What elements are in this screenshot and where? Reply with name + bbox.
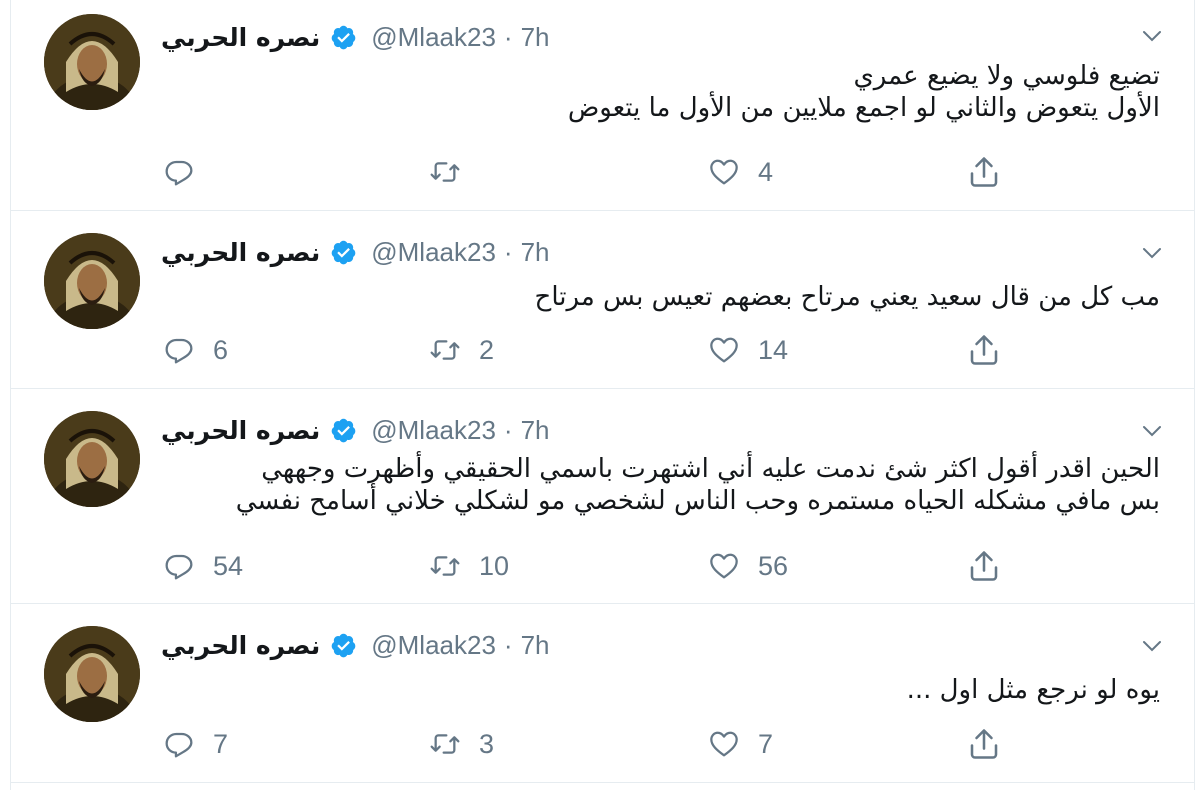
tweet-text: الحين اقدر أقول اكثر شئ ندمت عليه أني اش… — [160, 453, 1160, 517]
share-icon[interactable] — [966, 726, 1002, 762]
tweet[interactable]: نصره الحربي @Mlaak23 · 7h الحين اقدر أقو… — [11, 389, 1194, 604]
tweet-text-line: الحين اقدر أقول اكثر شئ ندمت عليه أني اش… — [261, 454, 1160, 484]
separator: · — [503, 629, 513, 660]
chevron-down-icon[interactable] — [1140, 241, 1164, 265]
chevron-down-icon[interactable] — [1140, 634, 1164, 658]
heart-icon — [710, 731, 738, 757]
retweet-icon — [430, 162, 460, 182]
reply-count: 54 — [213, 550, 244, 581]
tweet-timeline: نصره الحربي @Mlaak23 · 7h تضيع فلوسي ولا… — [0, 0, 1200, 790]
author-handle[interactable]: @Mlaak23 — [371, 415, 496, 446]
tweet-text-line: تضيع فلوسي ولا يضيع عمري — [853, 61, 1160, 91]
tweet-text: تضيع فلوسي ولا يضيع عمري الأول يتعوض وال… — [160, 60, 1160, 124]
heart-icon — [710, 337, 738, 363]
reply-button[interactable]: 7 — [163, 724, 228, 764]
heart-icon — [710, 553, 738, 579]
author-handle[interactable]: @Mlaak23 — [371, 22, 496, 53]
author-name[interactable]: نصره الحربي — [161, 631, 320, 660]
like-button[interactable]: 4 — [708, 152, 773, 192]
avatar[interactable] — [44, 14, 140, 110]
separator: · — [503, 21, 513, 52]
author-name[interactable]: نصره الحربي — [161, 238, 320, 267]
reply-icon — [165, 160, 193, 186]
verified-badge-icon — [331, 633, 356, 657]
author-name[interactable]: نصره الحربي — [161, 23, 320, 52]
reply-count: 7 — [213, 728, 229, 759]
reply-button[interactable]: 6 — [163, 330, 228, 370]
chevron-down-icon[interactable] — [1140, 419, 1164, 443]
like-button[interactable]: 14 — [708, 330, 788, 370]
reply-button[interactable]: 54 — [163, 546, 243, 586]
like-count: 14 — [758, 334, 789, 365]
tweet[interactable]: نصره الحربي @Mlaak23 · 7h مب كل من قال س… — [11, 211, 1194, 389]
verified-badge-icon — [331, 25, 356, 49]
avatar[interactable] — [44, 626, 140, 722]
reply-icon — [165, 732, 193, 758]
author-handle[interactable]: @Mlaak23 — [371, 237, 496, 268]
retweet-icon — [430, 556, 460, 576]
tweet-header: نصره الحربي @Mlaak23 · 7h — [161, 17, 550, 57]
verified-badge-icon — [331, 418, 356, 442]
author-handle[interactable]: @Mlaak23 — [371, 630, 496, 661]
tweet-text-line: بس مافي مشكله الحياه مستمره وحب الناس لش… — [235, 486, 1160, 516]
reply-icon — [165, 338, 193, 364]
like-count: 7 — [758, 728, 774, 759]
share-icon[interactable] — [966, 332, 1002, 368]
tweet-text-line: الأول يتعوض والثاني لو اجمع ملايين من ال… — [567, 93, 1160, 123]
separator: · — [503, 414, 513, 445]
avatar[interactable] — [44, 411, 140, 507]
like-count: 56 — [758, 550, 789, 581]
timestamp[interactable]: 7h — [521, 237, 550, 268]
author-name[interactable]: نصره الحربي — [161, 416, 320, 445]
separator: · — [503, 236, 513, 267]
retweet-icon — [430, 734, 460, 754]
reply-button[interactable] — [163, 152, 213, 192]
timestamp[interactable]: 7h — [521, 630, 550, 661]
avatar[interactable] — [44, 233, 140, 329]
tweet[interactable]: نصره الحربي @Mlaak23 · 7h يوه لو نرجع مث… — [11, 604, 1194, 783]
tweet-text: يوه لو نرجع مثل اول ... — [160, 674, 1160, 706]
retweet-count: 3 — [479, 728, 495, 759]
share-icon[interactable] — [966, 154, 1002, 190]
reply-icon — [165, 554, 193, 580]
share-icon[interactable] — [966, 548, 1002, 584]
tweet-header: نصره الحربي @Mlaak23 · 7h — [161, 625, 550, 665]
like-count: 4 — [758, 156, 774, 187]
retweet-button[interactable] — [429, 152, 479, 192]
timeline-border-right — [1194, 0, 1195, 790]
verified-badge-icon — [331, 240, 356, 264]
retweet-button[interactable]: 2 — [429, 330, 494, 370]
reply-count: 6 — [213, 334, 229, 365]
retweet-button[interactable]: 10 — [429, 546, 509, 586]
like-button[interactable]: 7 — [708, 724, 773, 764]
like-button[interactable]: 56 — [708, 546, 788, 586]
tweet[interactable]: نصره الحربي @Mlaak23 · 7h تضيع فلوسي ولا… — [11, 0, 1194, 211]
tweet-header: نصره الحربي @Mlaak23 · 7h — [161, 410, 550, 450]
tweet-text: مب كل من قال سعيد يعني مرتاح بعضهم تعيس … — [160, 281, 1160, 313]
retweet-button[interactable]: 3 — [429, 724, 494, 764]
timestamp[interactable]: 7h — [521, 415, 550, 446]
tweet-text-line: يوه لو نرجع مثل اول ... — [906, 675, 1160, 705]
heart-icon — [710, 159, 738, 185]
tweet-text-line: مب كل من قال سعيد يعني مرتاح بعضهم تعيس … — [534, 282, 1160, 312]
tweet-header: نصره الحربي @Mlaak23 · 7h — [161, 232, 550, 272]
retweet-count: 2 — [479, 334, 495, 365]
retweet-count: 10 — [479, 550, 510, 581]
chevron-down-icon[interactable] — [1140, 24, 1164, 48]
timestamp[interactable]: 7h — [521, 22, 550, 53]
retweet-icon — [430, 340, 460, 360]
